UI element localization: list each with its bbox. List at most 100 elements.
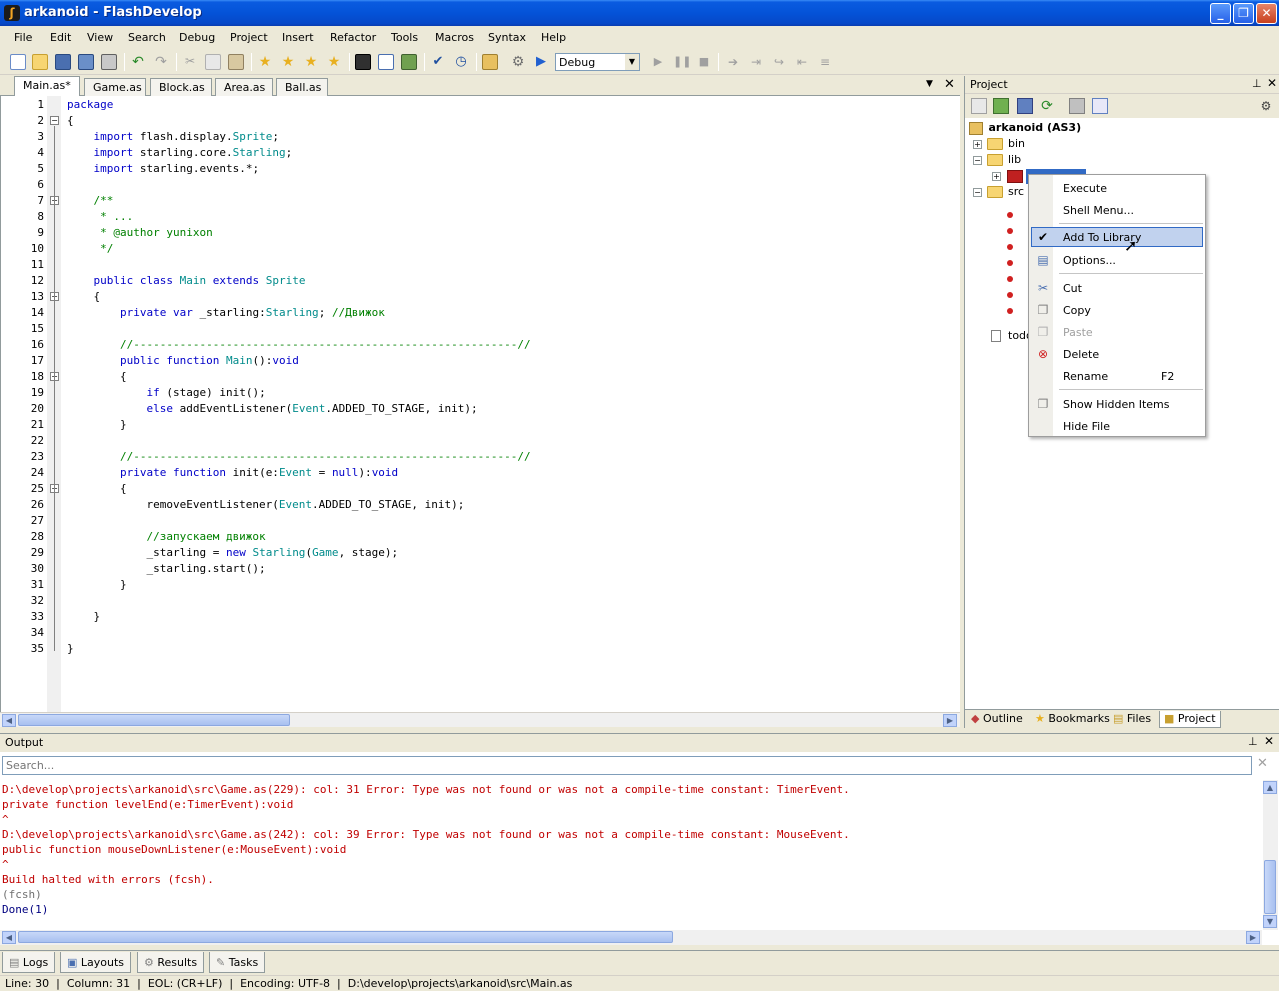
prev-bookmark-icon[interactable]: ★ — [303, 54, 319, 70]
step-next-icon[interactable]: ➔ — [725, 54, 741, 70]
clear-search-icon[interactable]: ✕ — [1257, 756, 1268, 771]
tree-item-bin[interactable]: bin — [1008, 136, 1025, 152]
finish-icon[interactable]: ≡ — [817, 54, 833, 70]
refresh-icon[interactable]: ⟳ — [1039, 98, 1055, 114]
menu-refactor[interactable]: Refactor — [330, 31, 376, 44]
scroll-thumb[interactable] — [1264, 860, 1276, 914]
menu-item-shell-menu[interactable]: Shell Menu... — [1031, 200, 1203, 220]
tab-list-chevron-icon[interactable]: ▼ — [926, 79, 933, 89]
next-bookmark-icon[interactable]: ★ — [280, 54, 296, 70]
cut-icon[interactable]: ✂ — [182, 54, 198, 70]
tab-area-as[interactable]: Area.as — [215, 78, 273, 96]
debug-continue-icon[interactable]: ▶ — [650, 54, 666, 70]
menu-insert[interactable]: Insert — [282, 31, 314, 44]
menu-item-options[interactable]: ▤ Options... — [1031, 250, 1203, 270]
clear-bookmarks-icon[interactable]: ★ — [326, 54, 342, 70]
debug-pause-icon[interactable]: ❚❚ — [673, 54, 691, 70]
scroll-right-icon[interactable]: ▶ — [943, 714, 957, 727]
minimize-button[interactable]: _ — [1210, 3, 1231, 24]
project-settings-icon[interactable]: ⚙ — [1258, 98, 1274, 114]
menu-tools[interactable]: Tools — [391, 31, 418, 44]
scroll-left-icon[interactable]: ◀ — [2, 931, 16, 944]
close-panel-icon[interactable]: ✕ — [1267, 76, 1277, 90]
layout-icon[interactable] — [378, 54, 394, 70]
menu-edit[interactable]: Edit — [50, 31, 71, 44]
run-icon[interactable]: ▶ — [533, 54, 549, 70]
paste-icon[interactable] — [228, 54, 244, 70]
command-prompt-icon[interactable] — [355, 54, 371, 70]
tab-ball-as[interactable]: Ball.as — [276, 78, 328, 96]
editor-horizontal-scrollbar[interactable]: ◀ ▶ — [0, 712, 960, 727]
tab-tasks[interactable]: ✎ Tasks — [209, 952, 266, 973]
tab-layouts[interactable]: ▣ Layouts — [60, 952, 132, 973]
save-icon[interactable] — [55, 54, 71, 70]
clock-icon[interactable]: ◷ — [453, 54, 469, 70]
pin-icon[interactable]: ⊥ — [1248, 735, 1258, 748]
collapse-tree-icon[interactable]: − — [973, 188, 982, 197]
scroll-left-icon[interactable]: ◀ — [2, 714, 16, 727]
output-search-input[interactable] — [2, 756, 1252, 775]
test-project-icon[interactable] — [1017, 98, 1033, 114]
menu-project[interactable]: Project — [230, 31, 268, 44]
fold-toggle-icon[interactable]: − — [50, 116, 59, 125]
menu-item-rename[interactable]: Rename F2 — [1031, 366, 1203, 386]
build-project-icon[interactable] — [482, 54, 498, 70]
project-root[interactable]: arkanoid (AS3) — [969, 120, 1081, 136]
export-icon[interactable] — [401, 54, 417, 70]
scroll-up-icon[interactable]: ▲ — [1263, 781, 1277, 794]
tab-outline[interactable]: ◆ Outline — [967, 711, 1027, 728]
menu-syntax[interactable]: Syntax — [488, 31, 526, 44]
menu-macros[interactable]: Macros — [435, 31, 474, 44]
tab-results[interactable]: ⚙ Results — [137, 952, 205, 973]
properties-icon[interactable] — [1092, 98, 1108, 114]
menu-item-show-hidden-items[interactable]: ❐ Show Hidden Items — [1031, 394, 1203, 414]
scroll-right-icon[interactable]: ▶ — [1246, 931, 1260, 944]
output-vertical-scrollbar[interactable]: ▲ ▼ — [1263, 780, 1278, 930]
maximize-button[interactable]: ❐ — [1233, 3, 1254, 24]
scroll-thumb[interactable] — [18, 714, 290, 726]
copy-icon[interactable] — [205, 54, 221, 70]
menu-item-hide-file[interactable]: Hide File — [1031, 416, 1203, 436]
add-file-icon[interactable] — [993, 98, 1009, 114]
step-into-icon[interactable]: ⇥ — [748, 54, 764, 70]
tab-block-as[interactable]: Block.as — [150, 78, 212, 96]
tab-game-as[interactable]: Game.as — [84, 78, 146, 96]
bookmark-icon[interactable]: ★ — [257, 54, 273, 70]
save-all-icon[interactable] — [78, 54, 94, 70]
settings-gear-icon[interactable]: ⚙ — [510, 54, 526, 70]
code-editor[interactable]: 1 2 3 4 5 6 7 8 9 10 11 12 13 14 15 16 17 18 19 20 21 22 23 24 2… — [0, 96, 960, 712]
menu-item-execute[interactable]: Execute — [1031, 178, 1203, 198]
new-file-icon[interactable] — [10, 54, 26, 70]
redo-icon[interactable]: ↷ — [153, 54, 169, 70]
menu-item-add-to-library[interactable]: ✔ Add To Library — [1031, 227, 1203, 247]
print-icon[interactable] — [101, 54, 117, 70]
collapse-tree-icon[interactable]: − — [973, 156, 982, 165]
menu-item-delete[interactable]: ⊗ Delete — [1031, 344, 1203, 364]
menu-help[interactable]: Help — [541, 31, 566, 44]
close-button[interactable]: ✕ — [1256, 3, 1277, 24]
step-over-icon[interactable]: ↪ — [771, 54, 787, 70]
menu-item-paste[interactable]: ❐ Paste — [1031, 322, 1203, 342]
new-project-icon[interactable] — [971, 98, 987, 114]
tab-main-as[interactable]: Main.as* — [14, 76, 80, 97]
expand-icon[interactable]: + — [992, 172, 1001, 181]
close-panel-icon[interactable]: ✕ — [1264, 734, 1274, 748]
expand-icon[interactable]: + — [973, 140, 982, 149]
open-folder-icon[interactable] — [32, 54, 48, 70]
tree-item-lib[interactable]: lib — [1008, 152, 1021, 168]
collapse-icon[interactable] — [1069, 98, 1085, 114]
menu-debug[interactable]: Debug — [179, 31, 215, 44]
step-out-icon[interactable]: ⇤ — [794, 54, 810, 70]
menu-item-copy[interactable]: ❐ Copy — [1031, 300, 1203, 320]
check-syntax-icon[interactable]: ✔ — [430, 54, 446, 70]
pin-icon[interactable]: ⊥ — [1252, 77, 1262, 90]
scroll-thumb[interactable] — [18, 931, 673, 943]
tab-bookmarks[interactable]: ★ Bookmarks — [1031, 711, 1114, 728]
menu-view[interactable]: View — [87, 31, 113, 44]
menu-file[interactable]: File — [14, 31, 32, 44]
menu-search[interactable]: Search — [128, 31, 166, 44]
tab-files[interactable]: ▤ Files — [1109, 711, 1155, 728]
scroll-down-icon[interactable]: ▼ — [1263, 915, 1277, 928]
tree-item-src[interactable]: src — [1008, 184, 1024, 200]
output-horizontal-scrollbar[interactable]: ◀ ▶ — [0, 930, 1262, 945]
